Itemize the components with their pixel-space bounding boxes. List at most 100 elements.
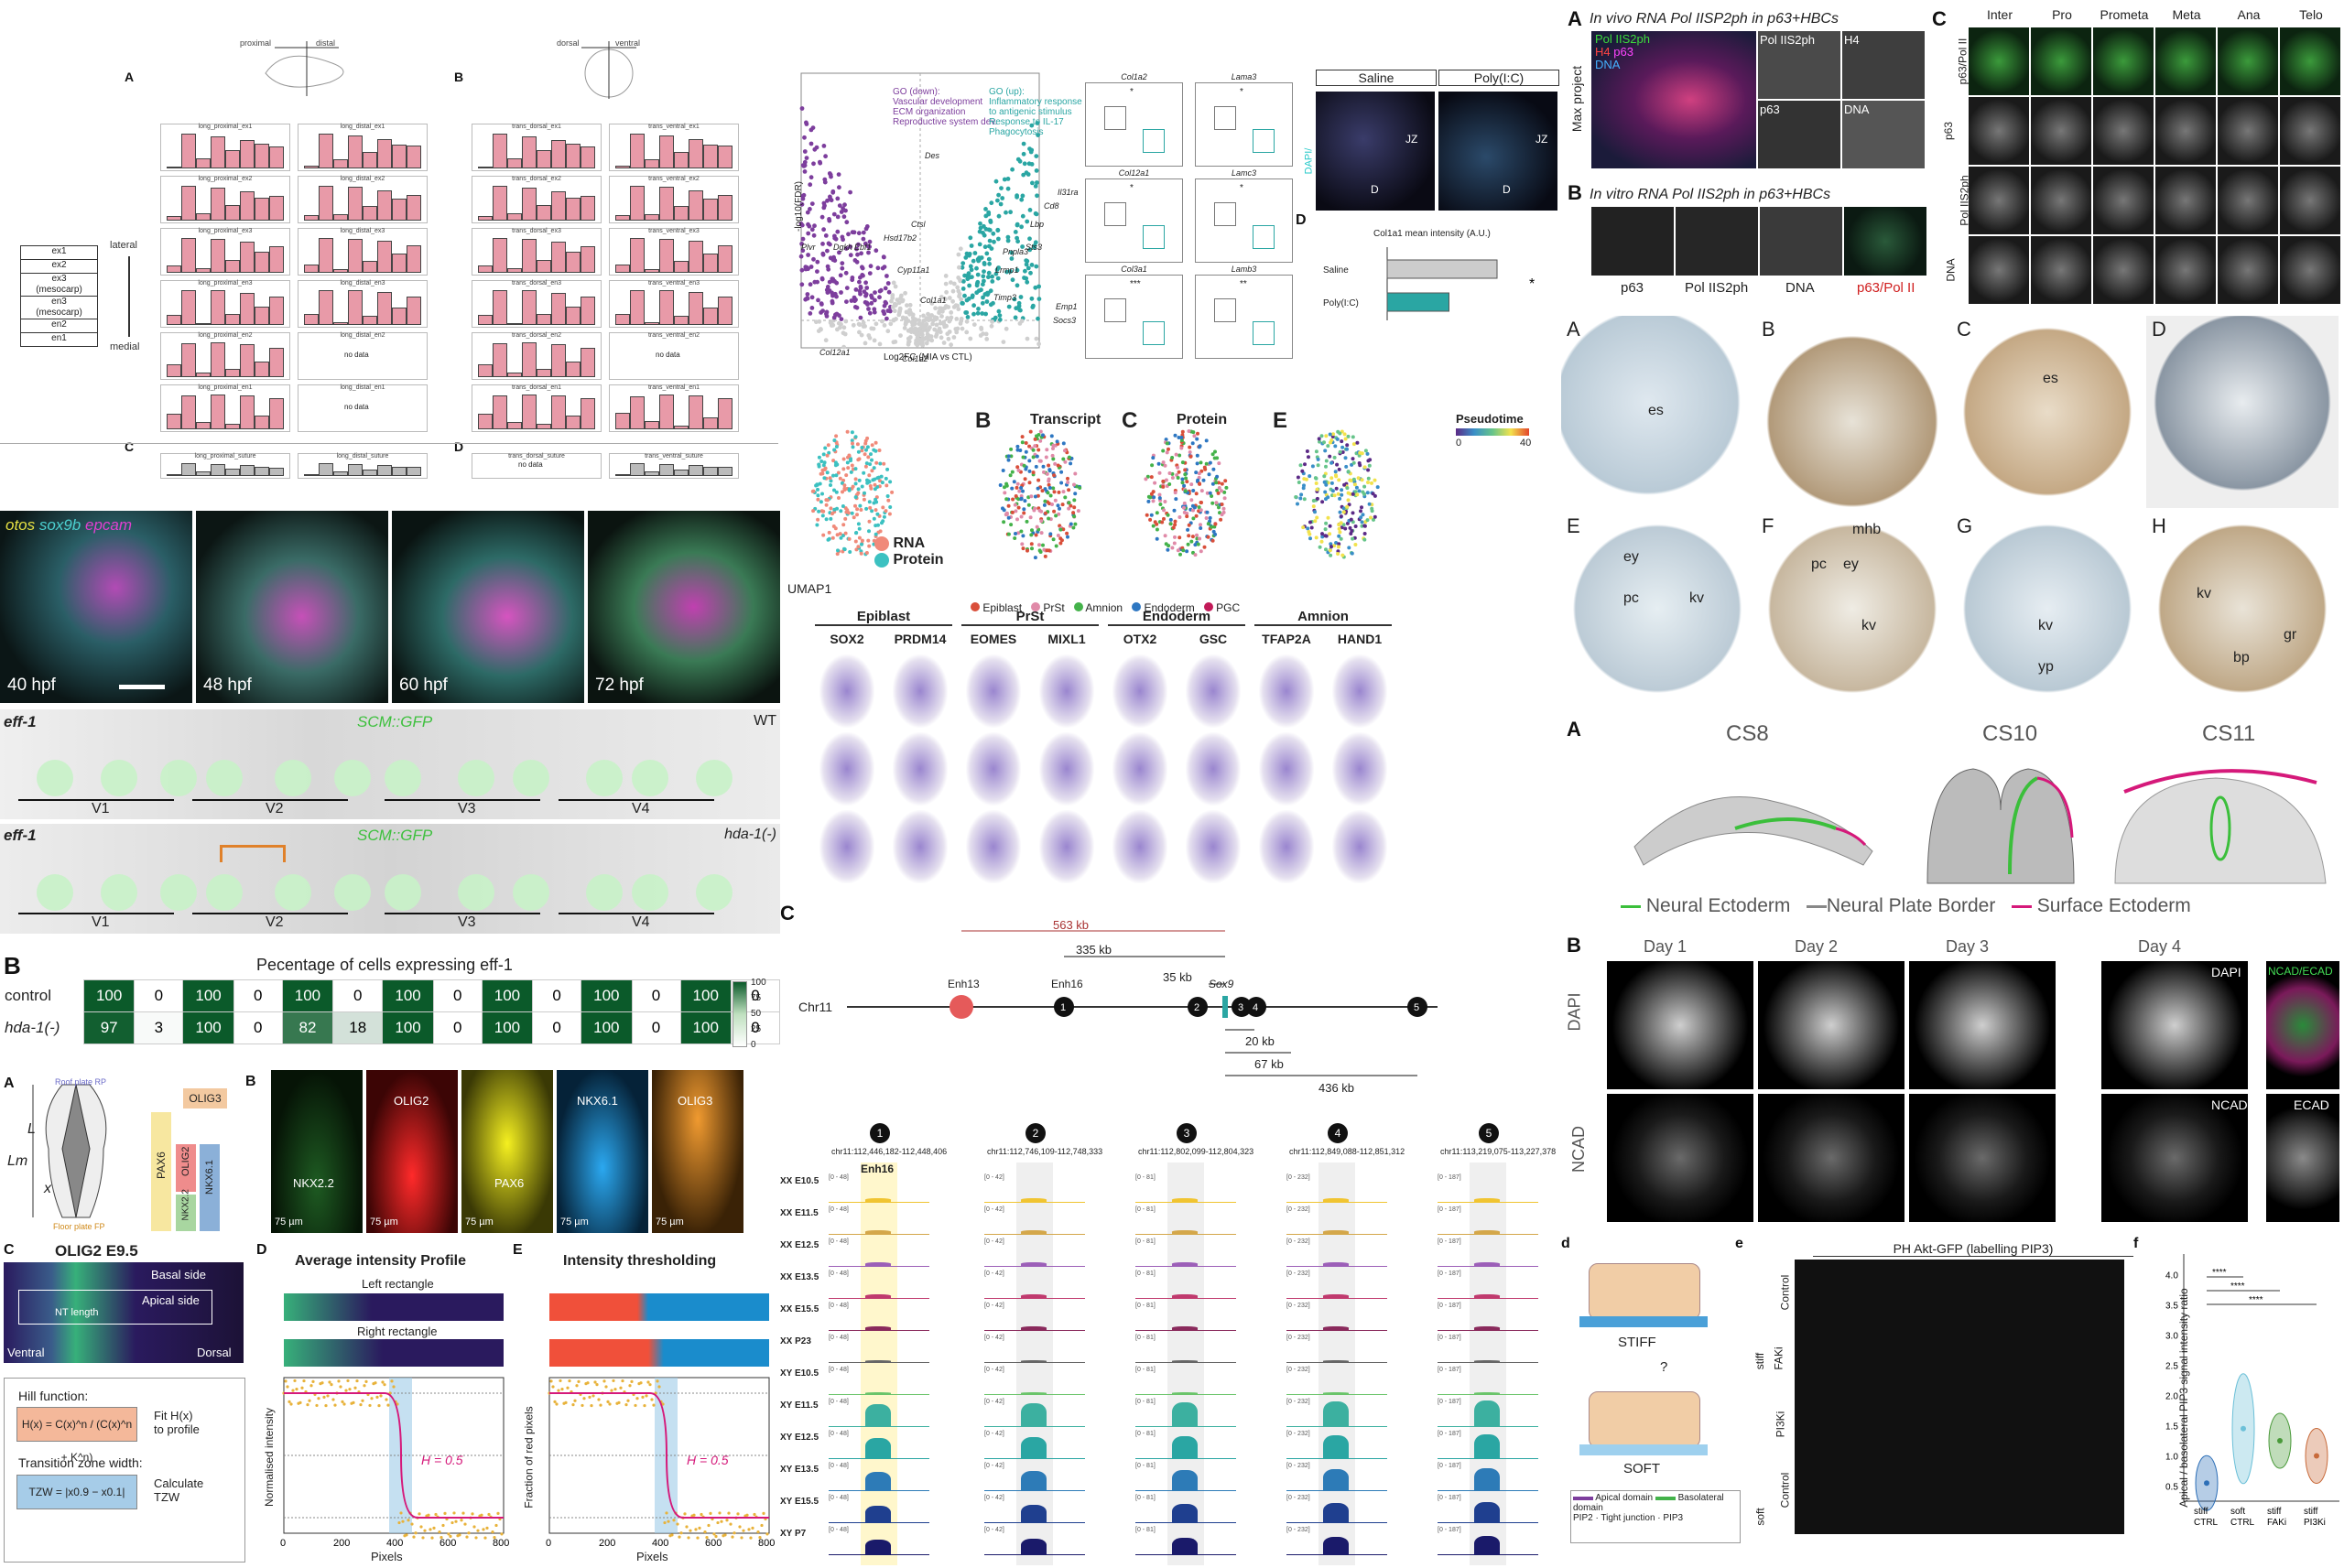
track-baseline [829,1202,929,1203]
umap-point [1011,497,1015,502]
umap-point [1336,492,1340,496]
soft-substrate [1579,1444,1708,1455]
embryo-label-pc: pc [1623,590,1639,606]
umap-point [831,473,835,478]
umap-point [853,539,858,544]
volcano-point [875,265,881,271]
track-baseline [829,1522,929,1523]
histogram-bar [196,268,211,273]
gene-label: Plvr [801,243,816,252]
umap-point [1014,532,1017,535]
boxplot-star: * [1240,87,1243,97]
umap-point [881,505,885,510]
umap-point [1023,477,1027,481]
volcano-point [838,273,843,278]
volcano-point [1023,268,1027,274]
track-baseline [1135,1330,1236,1331]
umap-point [873,487,877,492]
umap-point [1013,536,1017,540]
volcano-point [806,253,810,257]
histogram-bar [407,245,421,273]
umap-point [1189,498,1194,503]
enh16-track-label: Enh16 [861,1162,895,1175]
umap-point [1069,461,1073,466]
umap-point [890,490,895,494]
sample-label: XY E11.5 [780,1400,819,1411]
umap-point [1016,468,1021,472]
histogram-bar [255,307,269,325]
histogram-title: trans_ventral_en2 [647,332,700,339]
volcano-point [857,279,862,285]
profile-point [756,1530,760,1534]
umap-point [1176,476,1180,480]
volcano-point [799,282,805,287]
umap-point [1192,505,1197,510]
umap-point [819,500,823,504]
track-range: [0 - 42] [984,1206,1004,1213]
histogram-bar [507,213,522,221]
track-baseline [1438,1362,1538,1363]
track-baseline [1135,1362,1236,1363]
track-range: [0 - 187] [1438,1174,1461,1181]
medial-label: medial [110,341,140,352]
volcano-point [819,302,824,307]
umap-point [888,505,893,509]
histogram-bar [630,238,645,273]
umap-point [1207,472,1211,477]
volcano-point [821,227,826,232]
umap-point [811,509,816,514]
umap-point [1151,499,1156,503]
gene-label: Emp1 [1056,302,1078,311]
umap-point [859,508,863,512]
umap-point [1355,440,1360,445]
volcano-point [984,337,990,341]
volcano-point [1024,276,1029,281]
histogram-bar [522,188,537,221]
umap-point [1366,459,1371,463]
track-range: [0 - 187] [1438,1367,1461,1373]
volcano-point [872,338,877,343]
histogram-bar [181,238,196,273]
track-peak [1172,1470,1198,1490]
umap-point [1173,519,1177,524]
umap-point [874,460,879,465]
umap-point [1313,510,1317,514]
profile-point [449,1534,452,1539]
histogram-title: trans_ventral_en1 [647,384,700,391]
umap-point [851,445,855,449]
placenta-figure: Saline Poly(I:C) DAPI/ JZ JZ D D D Col1a… [1296,64,1561,366]
gene-header-MIXL1: MIXL1 [1047,632,1086,646]
umap-point [872,466,876,470]
profile-point [645,1394,648,1398]
volcano-point [959,316,964,321]
histogram-bar [659,395,674,429]
histogram-bar [304,166,319,168]
heatmap-cell: 3 [134,1011,184,1044]
boxplot-star: * [1130,183,1134,193]
umap-point [1059,481,1064,485]
umap-point [1168,522,1173,526]
histogram-bar [363,316,377,325]
profile-point [429,1528,432,1531]
cell-label-V3: V3 [458,801,476,816]
histogram-trans_ventral_ex3: trans_ventral_ex3 [609,228,739,276]
gfp-nucleus [513,760,549,796]
feature-umap [1112,732,1167,806]
stain-sox9b: sox9b [38,516,81,534]
volcano-point [884,274,889,278]
profile-point [324,1403,328,1408]
histogram-bar [240,242,255,273]
volcano-point [943,281,949,287]
umap-point [1362,524,1367,528]
umap-letter: E [1273,408,1288,433]
profile-point [418,1512,421,1516]
histogram-title: long_proximal_ex1 [198,124,253,130]
profile-point [463,1522,467,1526]
volcano-point [971,258,976,264]
track-baseline [829,1394,929,1395]
gene-label: Sts3 [1026,243,1043,252]
profile-point [652,1403,656,1407]
umap-point [1078,486,1082,490]
umap-point [1055,439,1059,444]
profile-point [716,1520,720,1525]
